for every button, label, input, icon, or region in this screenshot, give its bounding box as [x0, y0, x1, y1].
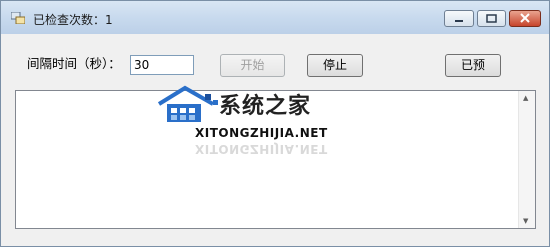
app-window: 已检查次数：1 间隔时间（秒）： 开始 停止 已预 ▲ ▼: [0, 0, 550, 247]
minimize-icon: [455, 20, 463, 22]
interval-input[interactable]: [130, 55, 194, 75]
title-bar[interactable]: 已检查次数：1: [1, 1, 549, 34]
vertical-scrollbar[interactable]: ▲ ▼: [518, 91, 535, 228]
close-button[interactable]: [509, 10, 541, 27]
stop-button[interactable]: 停止: [307, 54, 363, 77]
start-button[interactable]: 开始: [220, 54, 285, 77]
minimize-button[interactable]: [444, 10, 474, 27]
close-icon: [520, 13, 530, 23]
window-title: 已检查次数：1: [33, 13, 113, 27]
app-icon: [11, 12, 25, 24]
scroll-down-icon[interactable]: ▼: [523, 217, 528, 225]
maximize-icon: [486, 14, 497, 23]
interval-label: 间隔时间（秒）：: [27, 56, 121, 71]
client-area: 间隔时间（秒）： 开始 停止 已预 ▲ ▼: [8, 34, 542, 239]
log-textarea[interactable]: ▲ ▼: [15, 90, 536, 229]
maximize-button[interactable]: [477, 10, 506, 27]
scroll-up-icon[interactable]: ▲: [523, 94, 528, 102]
done-button[interactable]: 已预: [445, 54, 501, 77]
